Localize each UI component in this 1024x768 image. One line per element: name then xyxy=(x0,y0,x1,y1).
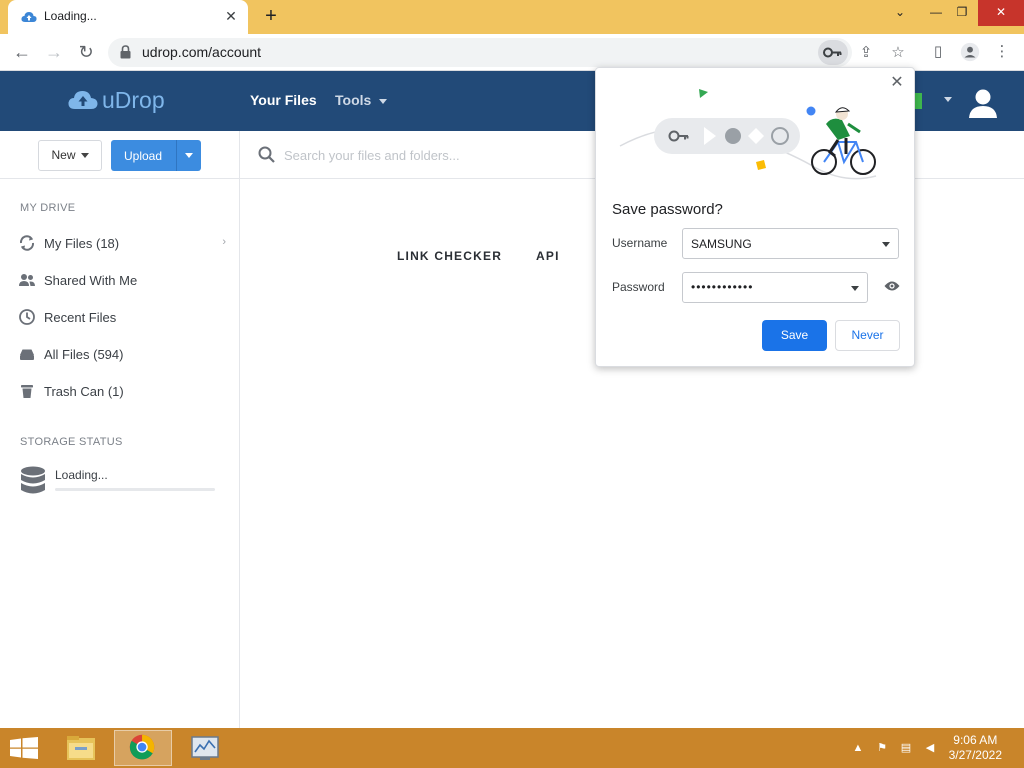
folder-icon xyxy=(67,736,95,760)
password-illustration xyxy=(619,89,877,180)
menu-kebab-icon[interactable]: ⋮ xyxy=(990,40,1014,64)
account-menu-caret-icon[interactable] xyxy=(944,97,952,102)
clock-date: 3/27/2022 xyxy=(948,748,1002,762)
username-value: SAMSUNG xyxy=(691,237,752,251)
windows-start-icon[interactable] xyxy=(10,737,38,759)
logo-text: uDrop xyxy=(102,87,165,113)
storage-progress-bar xyxy=(55,488,215,491)
clock-icon xyxy=(19,309,35,325)
close-window-button[interactable]: ✕ xyxy=(978,0,1024,26)
cloud-logo-icon xyxy=(68,91,98,109)
database-icon xyxy=(21,466,45,494)
sidebar-item-all-files[interactable]: All Files (594) xyxy=(18,342,228,368)
chevron-down-icon xyxy=(80,153,89,159)
sidebar-item-trash-can[interactable]: Trash Can (1) xyxy=(18,379,228,405)
search-input[interactable] xyxy=(284,144,584,166)
sidebar: MY DRIVE My Files (18) › Shared With Me … xyxy=(0,179,240,728)
sidebar-item-label: Recent Files xyxy=(44,310,117,325)
resource-monitor-icon xyxy=(191,736,219,760)
password-key-icon[interactable] xyxy=(818,40,848,65)
sidebar-item-shared-with-me[interactable]: Shared With Me xyxy=(18,268,228,294)
users-icon xyxy=(19,274,35,286)
new-tab-button[interactable]: + xyxy=(260,6,282,28)
upload-dropdown-toggle[interactable] xyxy=(176,140,201,171)
share-icon[interactable]: ⇪ xyxy=(854,41,878,65)
new-button-label: New xyxy=(51,148,76,162)
api-link[interactable]: API xyxy=(536,249,560,263)
password-label: Password xyxy=(612,280,665,294)
reload-icon[interactable]: ↻ xyxy=(74,40,98,64)
storage-status-heading: STORAGE STATUS xyxy=(20,436,123,448)
link-checker-link[interactable]: LINK CHECKER xyxy=(397,249,502,263)
search-icon xyxy=(258,146,275,163)
chrome-icon xyxy=(129,734,155,760)
tab-search-icon[interactable]: ⌄ xyxy=(880,0,920,26)
password-field[interactable]: •••••••••••• xyxy=(682,272,868,303)
drive-icon xyxy=(20,349,34,360)
volume-muted-icon[interactable]: ◀ xyxy=(922,740,938,756)
chevron-down-icon xyxy=(379,98,388,104)
sidebar-item-label: Shared With Me xyxy=(44,273,138,288)
windows-taskbar: ▲ ⚑ ▤ ◀ 9:06 AM 3/27/2022 xyxy=(0,728,1024,768)
clock-time: 9:06 AM xyxy=(953,733,998,747)
sync-icon xyxy=(19,235,35,251)
back-icon[interactable]: ← xyxy=(10,40,34,64)
user-avatar-icon[interactable] xyxy=(966,85,1000,119)
eye-icon[interactable] xyxy=(884,280,900,292)
monitor-taskbar-item[interactable] xyxy=(176,730,234,766)
chrome-taskbar-item[interactable] xyxy=(114,730,172,766)
address-bar[interactable]: udrop.com/account ⇪ ☆ xyxy=(108,38,905,67)
username-label: Username xyxy=(612,236,668,250)
network-icon[interactable]: ▤ xyxy=(898,740,914,756)
browser-tab[interactable]: Loading... ✕ xyxy=(8,0,248,34)
sidebar-item-label: All Files (594) xyxy=(44,347,124,362)
password-value: •••••••••••• xyxy=(691,280,754,294)
status-indicator xyxy=(914,93,922,109)
sidebar-item-label: My Files (18) xyxy=(44,236,120,251)
lock-icon xyxy=(120,45,131,59)
save-password-dialog: ✕ Save password? Username SAMSUNG Passwo… xyxy=(595,67,915,367)
browser-toolbar: ← → ↻ udrop.com/account ⇪ ☆ ▯ ⋮ xyxy=(0,34,1024,71)
upload-button-label: Upload xyxy=(124,149,163,163)
bookmark-star-icon[interactable]: ☆ xyxy=(886,41,910,65)
forward-icon[interactable]: → xyxy=(42,40,66,64)
nav-tools[interactable]: Tools xyxy=(335,92,388,108)
restore-button[interactable]: ❐ xyxy=(942,0,982,26)
nav-tools-label: Tools xyxy=(335,92,372,108)
system-clock[interactable]: 9:06 AM 3/27/2022 xyxy=(949,733,1002,763)
url-text: udrop.com/account xyxy=(142,44,262,60)
nav-your-files[interactable]: Your Files xyxy=(250,92,317,108)
side-panel-icon[interactable]: ▯ xyxy=(926,40,950,64)
storage-status-text: Loading... xyxy=(55,468,108,482)
close-icon[interactable]: ✕ xyxy=(888,74,906,92)
tab-title: Loading... xyxy=(44,9,97,23)
save-button[interactable]: Save xyxy=(762,320,827,351)
my-drive-heading: MY DRIVE xyxy=(20,202,76,214)
dialog-title: Save password? xyxy=(612,201,723,218)
new-button[interactable]: New xyxy=(38,140,102,171)
sidebar-item-recent-files[interactable]: Recent Files xyxy=(18,305,228,331)
chevron-down-icon xyxy=(185,153,193,158)
action-center-flag-icon[interactable]: ⚑ xyxy=(874,740,890,756)
never-button[interactable]: Never xyxy=(835,320,900,351)
upload-button[interactable]: Upload xyxy=(111,140,201,171)
browser-tabstrip: Loading... ✕ + ⌄ — ❐ ✕ xyxy=(0,0,1024,34)
show-hidden-icons-icon[interactable]: ▲ xyxy=(850,740,866,756)
chevron-down-icon xyxy=(851,286,859,291)
file-explorer-taskbar-item[interactable] xyxy=(52,730,110,766)
username-field[interactable]: SAMSUNG xyxy=(682,228,899,259)
trash-icon xyxy=(21,385,33,398)
chevron-right-icon[interactable]: › xyxy=(222,236,226,248)
profile-icon[interactable] xyxy=(958,40,982,64)
tab-close-icon[interactable]: ✕ xyxy=(222,7,240,25)
cloud-upload-icon xyxy=(21,12,37,22)
chevron-down-icon xyxy=(882,242,890,247)
sidebar-item-my-files[interactable]: My Files (18) › xyxy=(18,231,228,257)
sidebar-item-label: Trash Can (1) xyxy=(44,384,124,399)
